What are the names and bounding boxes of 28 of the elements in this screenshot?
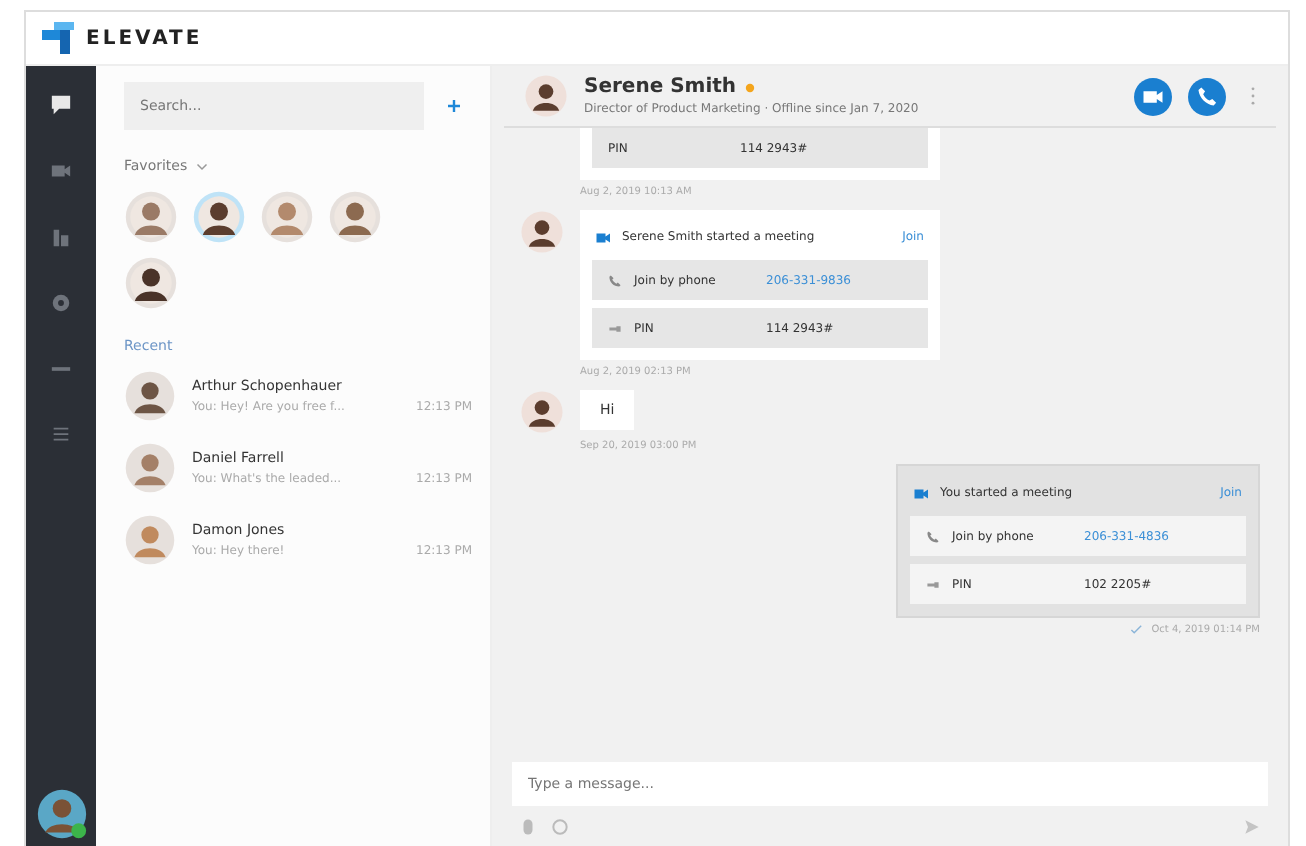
settings-icon[interactable] [50, 292, 72, 314]
app-title: ELEVATE [86, 27, 203, 49]
chat-icon[interactable] [50, 94, 72, 116]
video-icon[interactable] [50, 160, 72, 182]
contact-name: Serene Smith [584, 76, 737, 98]
list-icon[interactable] [50, 424, 72, 446]
key-icon [926, 577, 940, 591]
phone-icon [926, 529, 940, 543]
paperclip-icon[interactable] [520, 818, 536, 836]
emoji-icon[interactable] [552, 818, 568, 836]
user-avatar[interactable] [35, 788, 87, 840]
send-icon[interactable] [1244, 818, 1260, 836]
chevron-icon[interactable] [195, 160, 208, 172]
avatar-silhouette [524, 74, 568, 118]
video-icon [596, 231, 612, 243]
avatar-silhouette [520, 210, 564, 254]
video-call-button[interactable] [1134, 77, 1172, 115]
video-icon [914, 487, 930, 499]
logo-icon [42, 22, 74, 54]
building-icon[interactable] [50, 226, 72, 248]
avatar-silhouette [520, 390, 564, 434]
key-icon [608, 321, 622, 335]
avatar-silhouette[interactable] [124, 256, 178, 310]
plus-icon[interactable] [448, 100, 460, 112]
phone-call-button[interactable] [1188, 77, 1226, 115]
checkmark-icon [1129, 624, 1144, 636]
phone-icon [608, 273, 622, 287]
avatar-silhouette[interactable] [192, 190, 246, 244]
